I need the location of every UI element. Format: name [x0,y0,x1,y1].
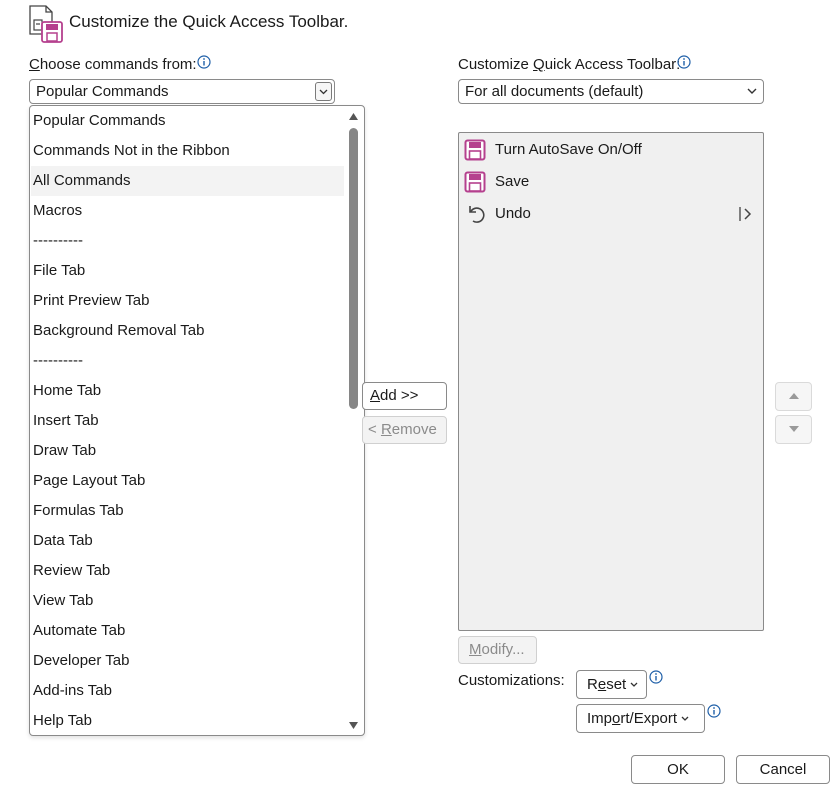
qat-item-label: Save [495,173,530,190]
list-item[interactable]: Save [459,166,763,198]
list-item[interactable]: Page Layout Tab [31,466,344,496]
list-item[interactable]: Developer Tab [31,646,344,676]
list-item[interactable]: Background Removal Tab [31,316,344,346]
qat-scope-combobox[interactable]: For all documents (default) [458,79,764,104]
triangle-up-icon [789,393,799,399]
move-up-button[interactable] [775,382,812,411]
modify-button[interactable]: Modify... [458,636,537,664]
list-item[interactable]: Automate Tab [31,616,344,646]
vertical-scrollbar[interactable] [346,108,360,733]
list-item[interactable]: Draw Tab [31,436,344,466]
list-item[interactable]: Help Tab [31,706,344,735]
scroll-up-arrow-icon[interactable] [348,112,359,121]
list-item[interactable]: Macros [31,196,344,226]
remove-button[interactable]: < Remove [362,416,447,444]
list-item[interactable]: Data Tab [31,526,344,556]
quick-access-toolbar-icon [29,5,63,43]
choose-commands-combobox[interactable]: Popular Commands [29,79,335,104]
reset-dropdown-button[interactable]: Reset [576,670,647,699]
scrollbar-thumb[interactable] [349,128,358,409]
commands-dropdown-list[interactable]: Popular Commands Commands Not in the Ribb… [29,105,365,736]
list-item[interactable]: ---------- [31,346,344,376]
save-icon [464,139,486,161]
choose-commands-value: Popular Commands [36,83,169,100]
customize-qat-info-icon[interactable] [677,55,691,69]
list-item[interactable]: File Tab [31,256,344,286]
list-item[interactable]: Formulas Tab [31,496,344,526]
import-export-info-icon[interactable] [707,704,721,718]
chevron-down-icon [319,89,328,95]
scroll-down-arrow-icon[interactable] [348,721,359,730]
list-item[interactable]: All Commands [31,166,344,196]
triangle-down-icon [789,426,799,432]
chevron-down-icon [747,88,757,94]
save-icon [464,171,486,193]
reset-info-icon[interactable] [649,670,663,684]
qat-item-label: Turn AutoSave On/Off [495,141,642,158]
list-item[interactable]: Turn AutoSave On/Off [459,134,763,166]
qat-item-label: Undo [495,205,531,222]
combo-dropdown-button[interactable] [315,82,332,101]
list-item[interactable]: Commands Not in the Ribbon [31,136,344,166]
import-export-dropdown-button[interactable]: Import/Export [576,704,705,733]
choose-commands-label: Choose commands from: [29,56,197,73]
list-item[interactable]: Print Preview Tab [31,286,344,316]
chevron-down-icon [630,682,638,687]
list-item[interactable]: Add-ins Tab [31,676,344,706]
list-item[interactable]: Undo [459,198,763,230]
choose-commands-info-icon[interactable] [197,55,211,69]
qat-commands-list[interactable]: Turn AutoSave On/Off Save Undo [458,132,764,631]
move-down-button[interactable] [775,415,812,444]
qat-scope-value: For all documents (default) [465,83,644,100]
list-item[interactable]: Popular Commands [31,106,344,136]
add-button[interactable]: Add >> [362,382,447,410]
list-item[interactable]: Home Tab [31,376,344,406]
split-expand-arrow-icon[interactable] [737,206,753,222]
undo-icon [469,206,485,223]
list-item[interactable]: ---------- [31,226,344,256]
cancel-button[interactable]: Cancel [736,755,830,784]
list-item[interactable]: Review Tab [31,556,344,586]
ok-button[interactable]: OK [631,755,725,784]
list-item[interactable]: Insert Tab [31,406,344,436]
chevron-down-icon [681,716,689,721]
customizations-label: Customizations: [458,672,565,689]
list-item[interactable]: View Tab [31,586,344,616]
customize-qat-label: Customize Quick Access Toolbar: [458,56,681,73]
dialog-title: Customize the Quick Access Toolbar. [69,12,349,31]
